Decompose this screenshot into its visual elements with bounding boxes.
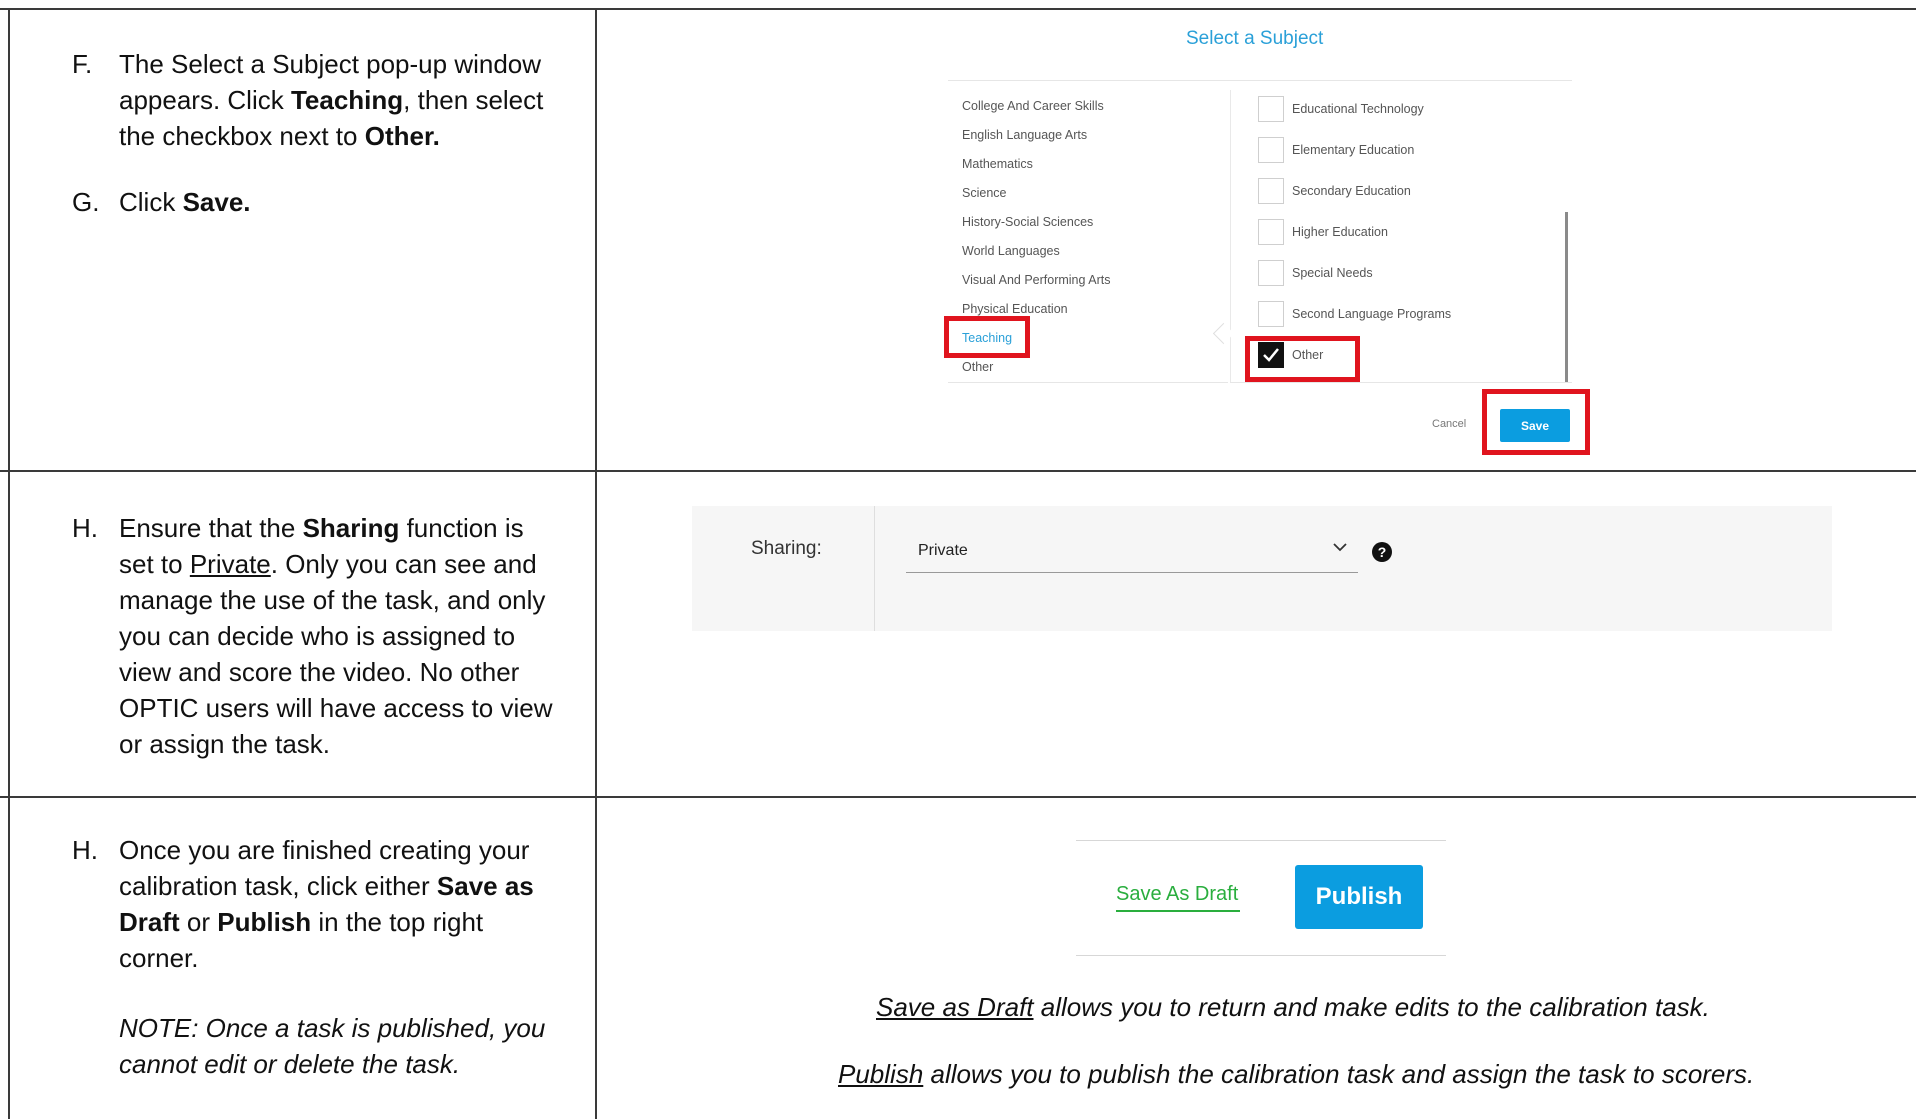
option-label: Special Needs [1292,266,1373,280]
highlight-save-button [1482,389,1590,455]
step-letter: H. [72,513,98,543]
sharing-panel-divider [874,506,875,631]
checkbox[interactable] [1258,96,1284,122]
step-text: Ensure that the Sharing function is set … [119,513,553,759]
checkbox[interactable] [1258,178,1284,204]
subject-item[interactable]: World Languages [962,244,1060,258]
subject-item[interactable]: Physical Education [962,302,1068,316]
step-h-publish: H. Once you are finished creating your c… [72,832,562,1082]
step-text: The Select a Subject pop-up window appea… [119,49,544,151]
popup-header-divider [948,80,1572,81]
step-letter: G. [72,187,100,217]
save-as-draft-link[interactable]: Save As Draft [1116,883,1238,906]
checkbox[interactable] [1258,260,1284,286]
step-letter: H. [72,835,98,865]
table-row-divider [0,796,1916,798]
step-h-sharing: H. Ensure that the Sharing function is s… [72,510,562,762]
subject-item[interactable]: Visual And Performing Arts [962,273,1110,287]
question-circle-icon[interactable]: ? [1372,542,1392,562]
publish-bar-bottom-line [1076,955,1446,956]
subject-item[interactable]: College And Career Skills [962,99,1104,113]
draft-note: Save as Draft allows you to return and m… [876,992,1710,1022]
step-text: Click Save. [119,187,251,217]
step-letter: F. [72,49,93,79]
checkbox[interactable] [1258,137,1284,163]
option-list-scrollbar[interactable] [1565,212,1568,382]
cancel-button[interactable]: Cancel [1432,418,1466,430]
chevron-down-icon[interactable] [1333,536,1347,557]
subject-item[interactable]: Mathematics [962,157,1033,171]
option-label: Second Language Programs [1292,307,1452,321]
option-label: Educational Technology [1292,102,1424,116]
step-note: NOTE: Once a task is published, you cann… [119,1013,546,1079]
highlight-teaching [944,316,1030,358]
publish-button[interactable]: Publish [1295,865,1423,929]
option-label: Secondary Education [1292,184,1411,198]
subject-item[interactable]: History-Social Sciences [962,215,1093,229]
publish-bar-top-line [1076,840,1446,841]
sharing-label: Sharing: [751,538,822,559]
save-as-draft-underline [1116,910,1240,912]
step-g: G. Click Save. [72,184,562,220]
popup-footer-divider [948,382,1228,383]
subject-item[interactable]: Other [962,360,993,374]
table-column-divider [595,8,597,1119]
sharing-panel [692,506,1832,631]
step-text: Once you are finished creating your cali… [119,835,534,973]
option-label: Elementary Education [1292,143,1415,157]
popup-column-divider [1230,90,1231,382]
publish-note: Publish allows you to publish the calibr… [838,1059,1755,1089]
popup-title: Select a Subject [1186,28,1324,49]
checkbox[interactable] [1258,219,1284,245]
table-border-top [0,8,1916,10]
table-border-left [8,8,10,1119]
subject-item[interactable]: English Language Arts [962,128,1087,142]
table-row-divider [0,470,1916,472]
highlight-other-checkbox [1245,336,1360,382]
sharing-select-underline [906,572,1358,573]
step-f: F. The Select a Subject pop-up window ap… [72,46,562,154]
sharing-select[interactable]: Private [918,542,968,560]
option-label: Higher Education [1292,225,1388,239]
checkbox[interactable] [1258,301,1284,327]
popup-footer-divider [1230,382,1572,383]
subject-item[interactable]: Science [962,186,1006,200]
